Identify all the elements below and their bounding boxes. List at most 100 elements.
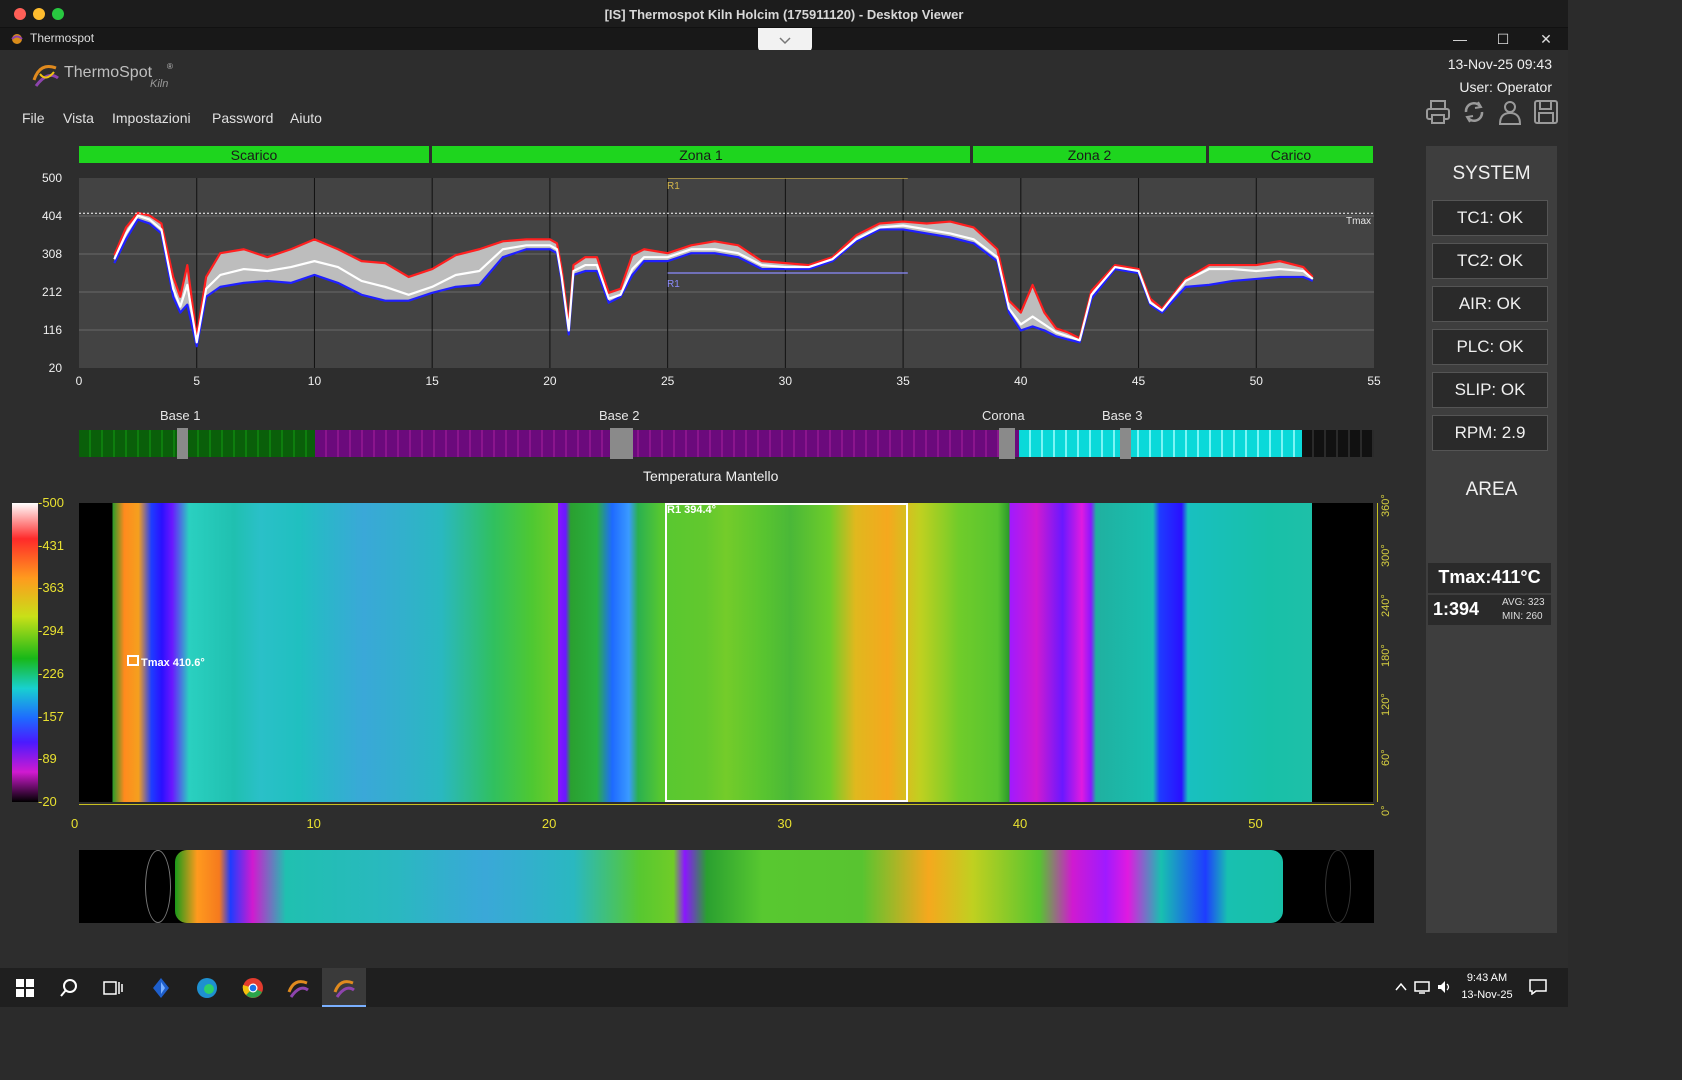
profile-y-tick: 116	[42, 323, 62, 337]
thermospot-taskbar-icon[interactable]	[286, 976, 310, 1000]
thermal-roi-label: R1 394.4°	[667, 504, 717, 516]
temperature-colorbar	[12, 503, 38, 802]
menu-aiuto[interactable]: Aiuto	[290, 110, 322, 126]
base-3-marker[interactable]	[1120, 428, 1131, 459]
system-title: SYSTEM	[1452, 163, 1531, 184]
zone-zona-2[interactable]: Zona 2	[973, 146, 1206, 163]
brick-lining-strip	[79, 428, 1374, 459]
user-label: User: Operator	[1459, 79, 1552, 95]
angle-tick: 0°	[1380, 805, 1392, 816]
thermospot-logo: ThermoSpot ® Kiln	[30, 60, 190, 94]
search-icon[interactable]	[57, 976, 81, 1000]
base-2-label: Base 2	[599, 408, 640, 423]
roi-min: MIN: 260	[1502, 611, 1543, 622]
colorbar-tick: -226	[38, 665, 65, 681]
menu-impostazioni[interactable]: Impostazioni	[112, 110, 191, 126]
status-air[interactable]: AIR: OK	[1432, 286, 1548, 322]
chevron-down-icon	[779, 37, 791, 45]
save-icon[interactable]	[1532, 98, 1560, 126]
shell-temperature-caption: Temperatura Mantello	[643, 468, 779, 484]
profile-y-tick: 20	[48, 361, 62, 375]
refresh-icon[interactable]	[1460, 98, 1488, 126]
status-tc2[interactable]: TC2: OK	[1432, 243, 1548, 279]
zone-zona-1[interactable]: Zona 1	[432, 146, 970, 163]
tmax-readout: Tmax:411°C	[1428, 563, 1551, 593]
angle-tick: 180°	[1380, 643, 1392, 667]
logo-text: ThermoSpot	[64, 64, 153, 81]
thermal-roi-box[interactable]	[665, 503, 908, 802]
base-2-marker[interactable]	[610, 428, 633, 459]
profile-x-tick: 20	[543, 374, 557, 388]
taskbar-time[interactable]: 9:43 AM	[1452, 972, 1522, 984]
thermal-x-tick: 10	[306, 816, 321, 831]
thermal-tmax-marker[interactable]	[127, 655, 139, 666]
active-app-highlight[interactable]	[322, 968, 366, 1007]
colorbar-tick: -363	[38, 580, 65, 596]
printer-icon[interactable]	[1424, 98, 1452, 126]
colorbar-tick: -157	[38, 708, 65, 724]
chevron-up-icon[interactable]	[1394, 980, 1408, 994]
profile-y-tick: 500	[41, 171, 62, 185]
viewer-pulldown-tab[interactable]	[758, 28, 812, 52]
user-icon[interactable]	[1496, 98, 1524, 126]
base-3-label: Base 3	[1102, 408, 1143, 423]
thermal-x-tick: 0	[71, 816, 79, 831]
thermal-x-tick: 30	[777, 816, 792, 831]
thermal-shell-image[interactable]: R1 394.4° Tmax 410.6°	[79, 503, 1373, 802]
profile-x-tick: 30	[778, 374, 793, 388]
window-titlebar: [IS] Thermospot Kiln Holcim (175911120) …	[0, 0, 1568, 28]
area-title: AREA	[1465, 479, 1518, 500]
logo-registered: ®	[167, 62, 173, 71]
thermal-x-tick: 20	[541, 816, 557, 831]
profile-x-tick: 45	[1131, 374, 1146, 388]
zone-carico[interactable]: Carico	[1209, 146, 1373, 163]
profile-x-tick: 25	[660, 374, 675, 388]
profile-x-tick: 0	[75, 374, 83, 388]
windows-start-icon[interactable]	[13, 976, 37, 1000]
status-plc[interactable]: PLC: OK	[1432, 329, 1548, 365]
kiln-3d-view[interactable]	[79, 850, 1374, 923]
angle-tick: 300°	[1380, 544, 1392, 567]
corona-label: Corona	[982, 408, 1025, 423]
status-rpm[interactable]: RPM: 2.9	[1432, 415, 1548, 451]
menu-vista[interactable]: Vista	[63, 110, 94, 126]
thermal-x-axis-line	[79, 804, 1374, 805]
minimize-icon[interactable]: —	[1450, 29, 1470, 49]
angle-tick: 360°	[1380, 494, 1392, 517]
profile-x-tick: 40	[1014, 374, 1028, 388]
app-title: Thermospot	[30, 31, 95, 45]
taskbar-date[interactable]: 13-Nov-25	[1452, 989, 1522, 1001]
status-tc1[interactable]: TC1: OK	[1432, 200, 1548, 236]
edge-browser-icon[interactable]	[195, 976, 219, 1000]
profile-roi-label-bottom: R1	[667, 279, 680, 290]
zone-scarico[interactable]: Scarico	[79, 146, 429, 163]
profile-y-tick: 404	[41, 209, 62, 223]
menu-password[interactable]: Password	[212, 110, 273, 126]
angle-tick: 60°	[1380, 749, 1392, 767]
profile-tmax-label: Tmax	[1346, 216, 1371, 227]
profile-x-tick: 10	[307, 374, 322, 388]
colorbar-tick: -20	[38, 794, 57, 809]
notifications-icon[interactable]	[1529, 979, 1547, 995]
profile-x-tick: 15	[425, 374, 439, 388]
roi-value: 1:394	[1433, 599, 1480, 619]
corona-marker[interactable]	[999, 428, 1015, 459]
chrome-browser-icon[interactable]	[241, 976, 265, 1000]
status-slip[interactable]: SLIP: OK	[1432, 372, 1548, 408]
volume-icon[interactable]	[1437, 980, 1453, 994]
profile-roi-label-top: R1	[667, 181, 680, 192]
base-1-marker[interactable]	[177, 428, 188, 459]
network-icon[interactable]	[1414, 980, 1430, 994]
thermal-tmax-label: Tmax 410.6°	[141, 657, 205, 669]
kiln-3d-shell	[175, 850, 1283, 923]
angle-tick: 240°	[1380, 593, 1392, 617]
dynamics-app-icon[interactable]	[149, 976, 173, 1000]
menu-file[interactable]: File	[22, 110, 45, 126]
profile-range-band	[114, 212, 1313, 347]
lining-segment-base-2	[315, 430, 999, 457]
maximize-icon[interactable]: ☐	[1493, 29, 1513, 49]
thermal-x-tick: 50	[1248, 816, 1263, 831]
task-view-icon[interactable]	[101, 976, 125, 1000]
close-icon[interactable]: ✕	[1536, 29, 1556, 49]
lining-segment-base-3	[1019, 430, 1302, 457]
